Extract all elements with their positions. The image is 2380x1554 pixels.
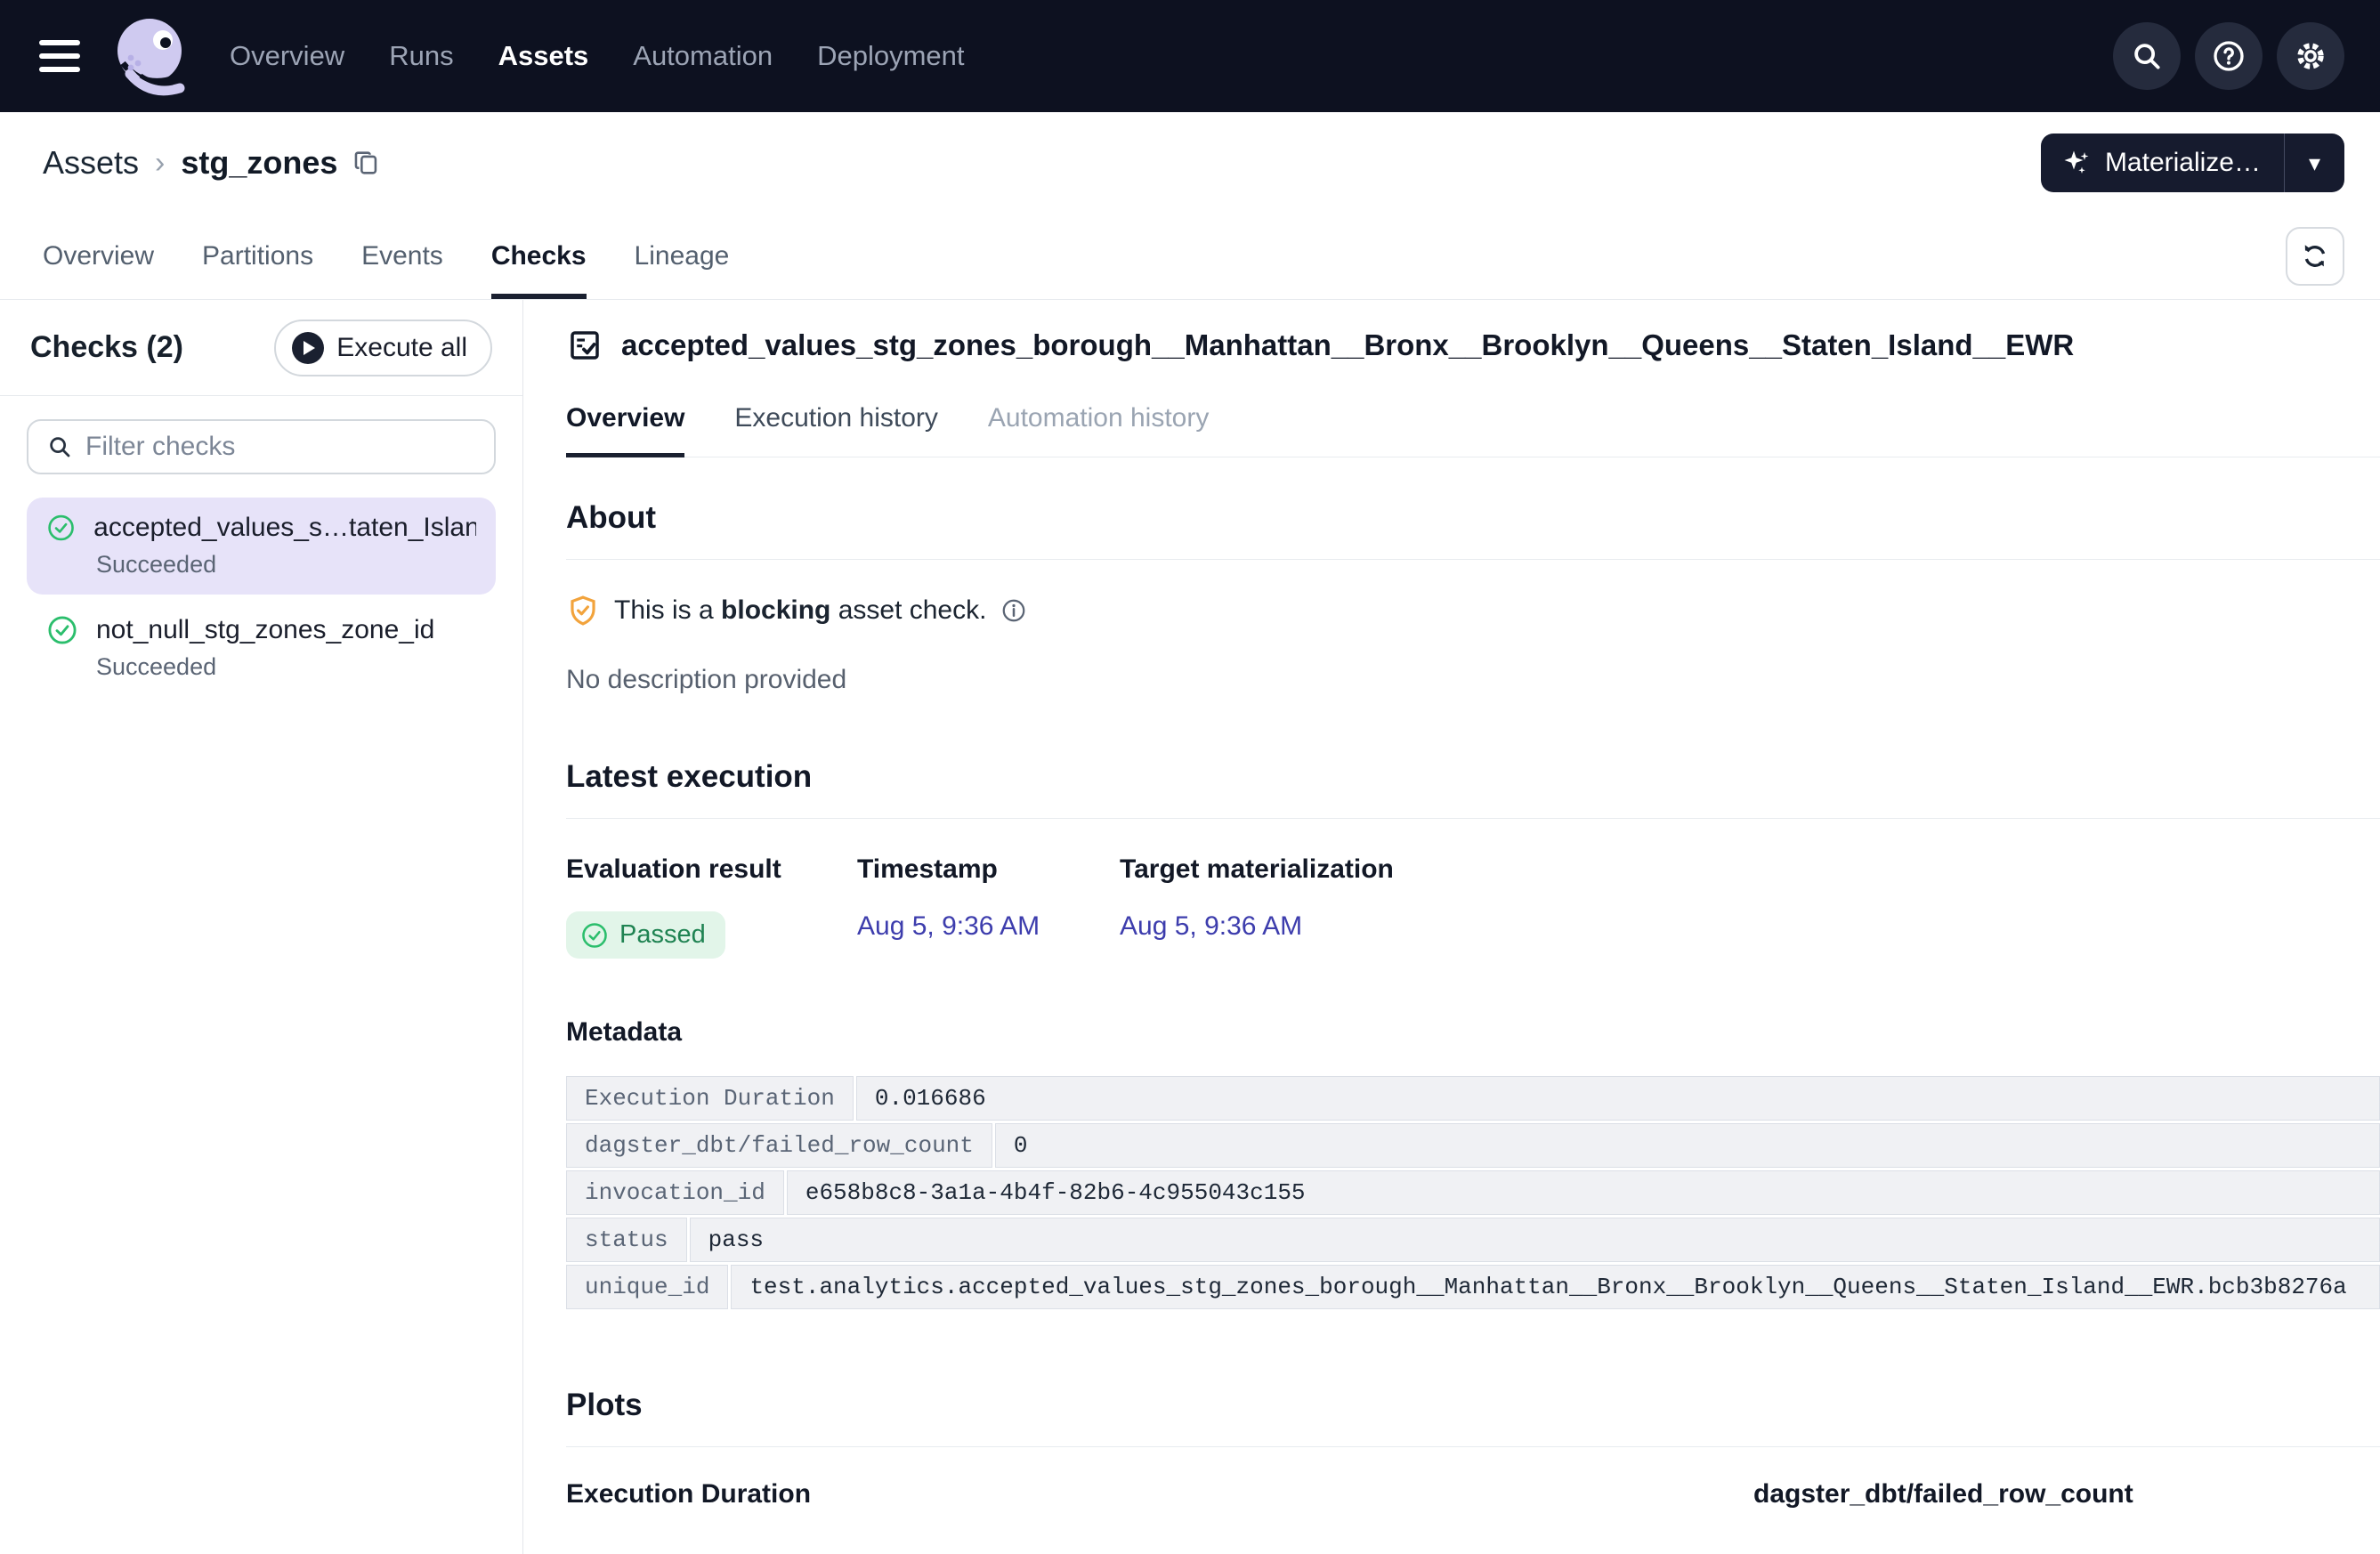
check-tab-execution-history[interactable]: Execution history — [734, 403, 937, 457]
chart-execution-duration: Execution Duration 0.0174 — [566, 1479, 1718, 1554]
metadata-key: unique_id — [566, 1265, 728, 1309]
tab-partitions[interactable]: Partitions — [202, 214, 313, 299]
help-icon — [2211, 38, 2246, 74]
table-row: status pass — [566, 1218, 2380, 1262]
timestamp-link[interactable]: Aug 5, 9:36 AM — [857, 911, 1040, 941]
nav-overview[interactable]: Overview — [230, 40, 344, 72]
table-row: unique_id test.analytics.accepted_values… — [566, 1265, 2380, 1309]
check-name: not_null_stg_zones_zone_id — [96, 615, 434, 645]
check-circle-icon — [46, 512, 76, 544]
play-icon — [292, 332, 324, 364]
no-description-text: No description provided — [566, 665, 2380, 695]
refresh-button[interactable] — [2286, 227, 2344, 286]
check-tab-automation-history: Automation history — [988, 403, 1209, 457]
check-detail-panel: accepted_values_stg_zones_borough__Manha… — [523, 300, 2380, 1554]
checks-sidebar: Checks (2) Execute all — [0, 300, 523, 1554]
plots-heading: Plots — [566, 1388, 2380, 1423]
chart-title: dagster_dbt/failed_row_count — [1753, 1479, 2368, 1509]
refresh-icon — [2299, 240, 2331, 272]
metadata-table: Execution Duration 0.016686 dagster_dbt/… — [566, 1076, 2380, 1309]
breadcrumb-assets-link[interactable]: Assets — [43, 144, 139, 182]
chevron-down-icon: ▾ — [2309, 150, 2320, 177]
shield-check-icon — [566, 594, 600, 627]
breadcrumb-chevron-icon: › — [155, 146, 165, 181]
metadata-key: invocation_id — [566, 1170, 784, 1215]
check-list-item-accepted-values[interactable]: accepted_values_s…taten_Island_ Succeede… — [27, 498, 496, 595]
nav-automation[interactable]: Automation — [633, 40, 773, 72]
asset-tabs-row: Overview Partitions Events Checks Lineag… — [0, 214, 2380, 300]
metadata-value: 0.016686 — [856, 1076, 2380, 1121]
help-button[interactable] — [2195, 22, 2263, 90]
page-title: stg_zones — [181, 144, 337, 182]
breadcrumb: Assets › stg_zones Materialize… ▾ — [0, 112, 2380, 214]
filter-checks-box — [27, 419, 496, 474]
sparkle-icon — [2060, 147, 2093, 179]
target-materialization-link[interactable]: Aug 5, 9:36 AM — [1120, 911, 1302, 941]
materialize-dropdown-button[interactable]: ▾ — [2284, 134, 2344, 192]
info-icon[interactable] — [1000, 597, 1027, 624]
nav-assets[interactable]: Assets — [498, 40, 589, 72]
chart-title: Execution Duration — [566, 1479, 1718, 1509]
top-nav: Overview Runs Assets Automation Deployme… — [0, 0, 2380, 112]
divider — [566, 559, 2380, 560]
metadata-key: Execution Duration — [566, 1076, 854, 1121]
check-tab-overview[interactable]: Overview — [566, 403, 684, 457]
checklist-icon — [566, 327, 603, 364]
execute-all-button[interactable]: Execute all — [274, 320, 492, 376]
timestamp-header: Timestamp — [857, 854, 1120, 885]
divider — [566, 1446, 2380, 1447]
tab-events[interactable]: Events — [361, 214, 443, 299]
gear-icon — [2293, 38, 2328, 74]
check-status: Succeeded — [96, 551, 476, 579]
status-badge: Passed — [566, 911, 725, 959]
search-button[interactable] — [2113, 22, 2181, 90]
check-circle-icon — [580, 921, 609, 950]
nav-deployment[interactable]: Deployment — [817, 40, 964, 72]
latest-execution-heading: Latest execution — [566, 759, 2380, 795]
table-row: invocation_id e658b8c8-3a1a-4b4f-82b6-4c… — [566, 1170, 2380, 1215]
search-icon — [2130, 39, 2164, 73]
tab-lineage[interactable]: Lineage — [635, 214, 730, 299]
blocking-text: This is a blocking asset check. — [614, 595, 986, 626]
nav-actions — [2113, 22, 2344, 90]
check-circle-icon — [46, 614, 78, 646]
table-row: Execution Duration 0.016686 — [566, 1076, 2380, 1121]
filter-checks-input[interactable] — [85, 432, 476, 462]
tab-checks[interactable]: Checks — [491, 214, 587, 299]
primary-nav: Overview Runs Assets Automation Deployme… — [230, 40, 965, 72]
check-title: accepted_values_stg_zones_borough__Manha… — [621, 328, 2074, 362]
nav-runs[interactable]: Runs — [389, 40, 453, 72]
copy-icon[interactable] — [352, 148, 382, 178]
metadata-value: 0 — [995, 1123, 2380, 1168]
execute-all-label: Execute all — [336, 333, 467, 363]
metadata-heading: Metadata — [566, 1017, 2380, 1048]
check-list-item-not-null[interactable]: not_null_stg_zones_zone_id Succeeded — [27, 600, 496, 697]
filter-search-icon — [46, 433, 73, 460]
materialize-button[interactable]: Materialize… — [2041, 134, 2284, 192]
metadata-key: status — [566, 1218, 687, 1262]
target-materialization-header: Target materialization — [1120, 854, 1394, 885]
about-heading: About — [566, 500, 2380, 536]
check-status: Succeeded — [96, 653, 476, 681]
check-name: accepted_values_s…taten_Island_ — [93, 513, 476, 543]
chart-failed-row-count: dagster_dbt/failed_row_count 1.0 0.6 — [1753, 1479, 2368, 1554]
dagster-app: Overview Runs Assets Automation Deployme… — [0, 0, 2380, 1554]
table-row: dagster_dbt/failed_row_count 0 — [566, 1123, 2380, 1168]
hamburger-menu-icon[interactable] — [39, 40, 84, 72]
checks-count-heading: Checks (2) — [30, 330, 183, 365]
evaluation-result-header: Evaluation result — [566, 854, 857, 885]
metadata-key: dagster_dbt/failed_row_count — [566, 1123, 992, 1168]
settings-button[interactable] — [2277, 22, 2344, 90]
materialize-label: Materialize… — [2105, 148, 2261, 178]
metadata-value: e658b8c8-3a1a-4b4f-82b6-4c955043c155 — [787, 1170, 2380, 1215]
dagster-logo[interactable] — [109, 13, 194, 99]
tab-overview[interactable]: Overview — [43, 214, 154, 299]
metadata-value: pass — [690, 1218, 2380, 1262]
divider — [566, 818, 2380, 819]
materialize-split-button: Materialize… ▾ — [2041, 134, 2344, 192]
metadata-value: test.analytics.accepted_values_stg_zones… — [731, 1265, 2380, 1309]
